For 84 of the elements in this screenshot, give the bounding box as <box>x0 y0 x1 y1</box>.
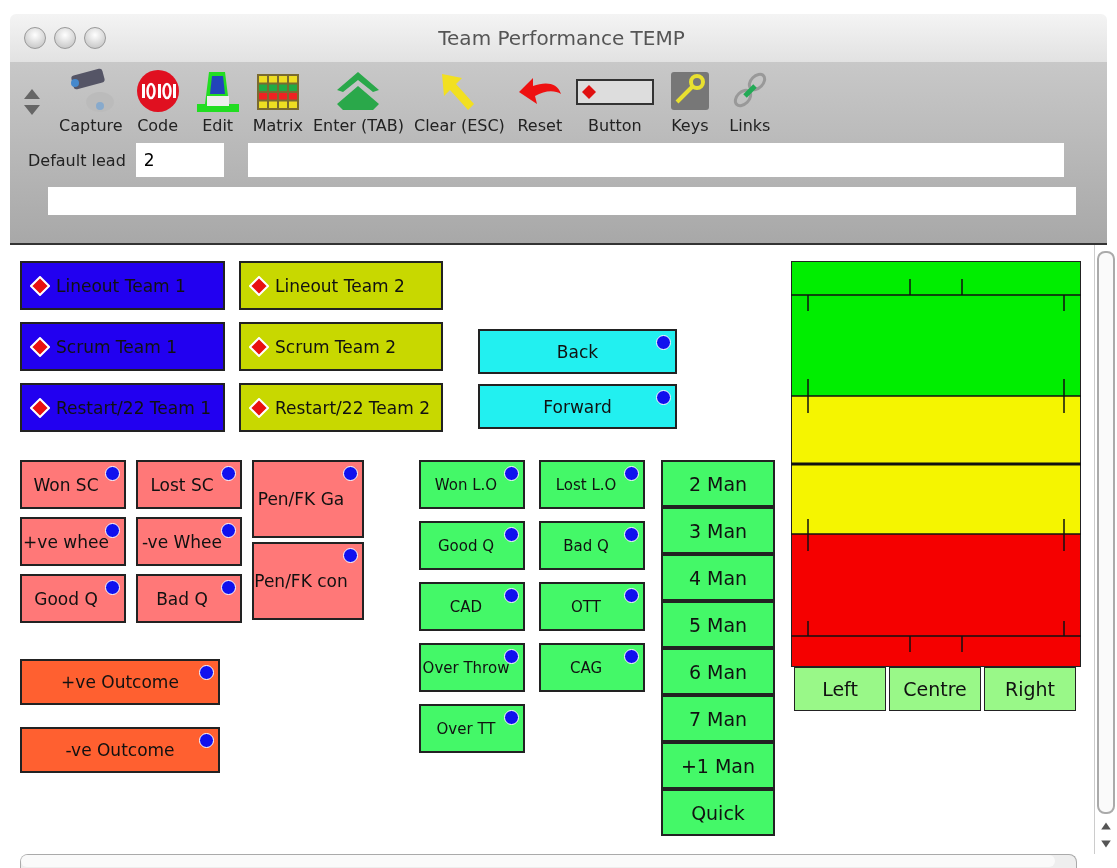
player-count-button[interactable]: 6 Man <box>661 648 775 695</box>
scrum-button[interactable]: Pen/FK Ga <box>252 460 364 538</box>
scrum-button[interactable]: Bad Q <box>136 574 242 623</box>
toolbar-button[interactable]: Button <box>571 68 658 135</box>
toolbar-button[interactable]: Code <box>129 68 186 135</box>
dot-icon <box>221 466 236 481</box>
dot-icon <box>504 710 519 725</box>
diamond-icon <box>30 336 50 357</box>
dot-icon <box>199 665 214 680</box>
lineout-button[interactable]: Lost L.O <box>539 460 645 509</box>
diamond-icon <box>249 275 269 296</box>
toolbar-button[interactable]: Keys <box>661 68 718 135</box>
dot-icon <box>221 580 236 595</box>
scroll-up-icon[interactable] <box>1100 820 1112 832</box>
dot-icon <box>105 580 120 595</box>
set-piece-button[interactable]: Lineout Team 2 <box>239 261 443 310</box>
dot-icon <box>221 523 236 538</box>
set-piece-button[interactable]: Restart/22 Team 2 <box>239 383 443 432</box>
player-count-button[interactable]: Quick <box>661 789 775 836</box>
scrum-button[interactable]: Pen/FK con <box>252 542 364 620</box>
dot-icon <box>624 466 639 481</box>
window-control-button[interactable] <box>24 27 46 49</box>
scroll-down-icon[interactable] <box>1100 838 1112 850</box>
scrum-button[interactable]: Lost SC <box>136 460 242 509</box>
dot-icon <box>624 588 639 603</box>
diamond-icon <box>249 336 269 357</box>
dot-icon <box>504 527 519 542</box>
dot-icon <box>199 733 214 748</box>
dot-icon <box>343 466 358 481</box>
toolbar-button[interactable]: Matrix <box>249 68 306 135</box>
lineout-button[interactable]: Good Q <box>419 521 525 570</box>
diamond-icon <box>30 397 50 418</box>
horizontal-scrollbar[interactable] <box>20 854 1077 868</box>
window-title: Team Performance TEMP <box>438 26 686 50</box>
lineout-button[interactable]: CAG <box>539 643 645 692</box>
dot-icon <box>624 649 639 664</box>
dot-icon <box>624 527 639 542</box>
default-lead-field[interactable]: 2 <box>135 143 224 177</box>
dot-icon <box>504 588 519 603</box>
field-label: Default lead <box>28 150 126 170</box>
scrum-button[interactable]: Won SC <box>20 460 126 509</box>
player-count-button[interactable]: 2 Man <box>661 460 775 507</box>
vertical-scrollbar[interactable] <box>1094 245 1117 854</box>
lineout-button[interactable]: Over TT <box>419 704 525 753</box>
toolbar-button[interactable]: Edit <box>189 68 246 135</box>
dot-icon <box>343 548 358 563</box>
outcome-button[interactable]: -ve Outcome <box>20 727 220 773</box>
zone-button[interactable]: Left <box>794 667 886 711</box>
toolbar-button[interactable]: Links <box>721 68 778 135</box>
dot-icon <box>656 335 671 350</box>
toolbar-button[interactable]: Capture <box>56 68 126 135</box>
toolbar-button[interactable]: Enter (TAB) <box>310 68 407 135</box>
scrum-button[interactable]: -ve Whee <box>136 517 242 566</box>
player-count-button[interactable]: +1 Man <box>661 742 775 789</box>
lineout-button[interactable]: Bad Q <box>539 521 645 570</box>
player-count-button[interactable]: 7 Man <box>661 695 775 742</box>
scroll-thumb[interactable] <box>1097 251 1115 814</box>
direction-button[interactable]: Forward <box>478 384 677 429</box>
outcome-button[interactable]: +ve Outcome <box>20 659 220 705</box>
player-count-button[interactable]: 5 Man <box>661 601 775 648</box>
window-control-button[interactable] <box>54 27 76 49</box>
diamond-icon <box>30 275 50 296</box>
text-field[interactable] <box>48 187 1076 215</box>
dot-icon <box>656 390 671 405</box>
dot-icon <box>504 466 519 481</box>
scroll-thumb[interactable] <box>21 855 1055 867</box>
scrum-button[interactable]: +ve whee <box>20 517 126 566</box>
lineout-button[interactable]: OTT <box>539 582 645 631</box>
dot-icon <box>105 466 120 481</box>
lineout-button[interactable]: Over Throw <box>419 643 525 692</box>
window-control-button[interactable] <box>84 27 106 49</box>
diamond-icon <box>249 397 269 418</box>
lineout-button[interactable]: Won L.O <box>419 460 525 509</box>
scrum-button[interactable]: Good Q <box>20 574 126 623</box>
toolbar-button[interactable]: Reset <box>511 68 568 135</box>
direction-button[interactable]: Back <box>478 329 677 374</box>
set-piece-button[interactable]: Scrum Team 2 <box>239 322 443 371</box>
zone-button[interactable]: Centre <box>889 667 981 711</box>
zone-button[interactable]: Right <box>984 667 1076 711</box>
toolbar-button[interactable]: Clear (ESC) <box>410 68 508 135</box>
text-field[interactable] <box>247 143 1064 177</box>
player-count-button[interactable]: 3 Man <box>661 507 775 554</box>
player-count-button[interactable]: 4 Man <box>661 554 775 601</box>
lineout-button[interactable]: CAD <box>419 582 525 631</box>
